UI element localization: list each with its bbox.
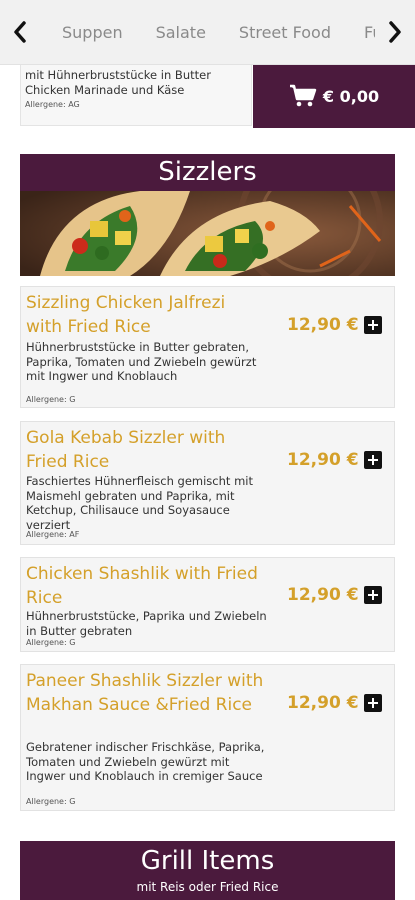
nav-next-button[interactable]: [375, 0, 415, 64]
tab-suppen[interactable]: Suppen: [62, 23, 123, 42]
section-subtitle: mit Reis oder Fried Rice: [136, 880, 279, 894]
item-price: 12,90 €: [287, 315, 359, 335]
section-title: Sizzlers: [158, 157, 257, 187]
previous-menu-item: mit Hühnerbruststücke in Butter Chicken …: [20, 60, 252, 126]
chevron-right-icon: [389, 21, 401, 43]
item-name: Chicken Shashlik with Fried Rice: [26, 564, 258, 608]
item-price: 12,90 €: [287, 450, 359, 470]
item-name: Sizzling Chicken Jalfrezi with Fried Ric…: [26, 293, 226, 337]
add-to-cart-button[interactable]: [364, 694, 382, 712]
menu-item[interactable]: Paneer Shashlik Sizzler with Makhan Sauc…: [20, 664, 395, 811]
tab-partial[interactable]: Fu: [364, 23, 375, 42]
menu-item[interactable]: Sizzling Chicken Jalfrezi with Fried Ric…: [20, 286, 395, 408]
tab-street-food[interactable]: Street Food: [239, 23, 331, 42]
item-price: 12,90 €: [287, 585, 359, 605]
category-nav: Suppen Salate Street Food Fu: [0, 0, 415, 65]
nav-prev-button[interactable]: [0, 0, 40, 64]
item-allergene: Allergene: G: [26, 395, 76, 404]
food-image: [20, 191, 395, 276]
item-allergene: Allergene: G: [26, 638, 76, 647]
section-header-sizzlers: Sizzlers: [20, 154, 395, 191]
item-allergene: Allergene: AF: [26, 530, 80, 539]
cart-total: € 0,00: [322, 86, 380, 106]
sizzlers-banner-image: [20, 191, 395, 276]
chevron-left-icon: [14, 21, 26, 43]
menu-item[interactable]: Gola Kebab Sizzler with Fried Rice Fasch…: [20, 421, 395, 545]
section-header-grill: Grill Items mit Reis oder Fried Rice: [20, 841, 395, 900]
item-name: Paneer Shashlik Sizzler with Makhan Sauc…: [26, 671, 264, 715]
item-description: mit Hühnerbruststücke in Butter Chicken …: [25, 68, 211, 97]
item-name: Gola Kebab Sizzler with Fried Rice: [26, 428, 226, 472]
add-to-cart-button[interactable]: [364, 451, 382, 469]
menu-item[interactable]: Chicken Shashlik with Fried Rice Hühnerb…: [20, 557, 395, 652]
item-description: Faschiertes Hühnerfleisch gemischt mit M…: [26, 474, 253, 532]
item-allergene: Allergene: G: [26, 797, 76, 806]
item-description: Hühnerbruststücke, Paprika und Zwiebeln …: [26, 609, 267, 638]
item-allergene: Allergene: AG: [25, 100, 80, 109]
section-title: Grill Items: [140, 846, 275, 876]
category-tabs: Suppen Salate Street Food Fu: [40, 0, 375, 64]
add-to-cart-button[interactable]: [364, 586, 382, 604]
shopping-cart-icon: [289, 84, 317, 107]
add-to-cart-button[interactable]: [364, 316, 382, 334]
tab-salate[interactable]: Salate: [156, 23, 206, 42]
item-description: Hühnerbruststücke in Butter gebraten, Pa…: [26, 340, 257, 383]
cart-button[interactable]: € 0,00: [253, 64, 415, 128]
item-description: Gebratener indischer Frischkäse, Paprika…: [26, 740, 265, 783]
item-price: 12,90 €: [287, 693, 359, 713]
